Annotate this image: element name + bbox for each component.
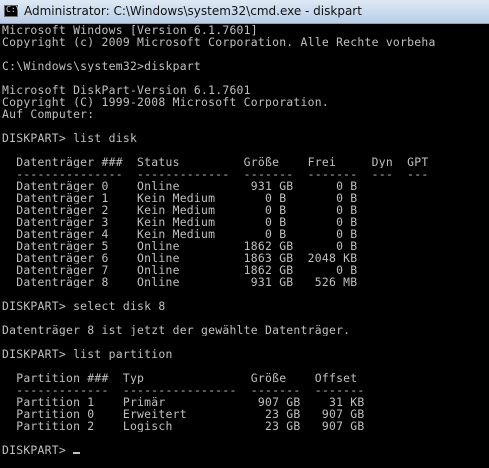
- console-line-text: Microsoft Windows [Version 6.1.7601]: [2, 24, 258, 36]
- console-line: Microsoft Windows [Version 6.1.7601]: [2, 24, 489, 36]
- console-line: Datenträger ### Status Größe Frei Dyn GP…: [2, 156, 489, 168]
- console-line-text: --------------- ------------- ------- --…: [2, 168, 429, 180]
- console-line-text: Datenträger 1 Kein Medium 0 B 0 B: [2, 192, 358, 204]
- console-line-text: Partition 2 Logisch 23 GB 907 GB: [2, 420, 365, 432]
- console-line-text: Datenträger 0 Online 931 GB 0 B: [2, 180, 358, 192]
- console-line-text: Datenträger ### Status Größe Frei Dyn GP…: [2, 156, 429, 168]
- console-line: DISKPART> list partition: [2, 348, 489, 360]
- console-line-text: Partition 0 Erweitert 23 GB 907 GB: [2, 408, 365, 420]
- console-line-text: Microsoft DiskPart-Version 6.1.7601: [2, 84, 251, 96]
- console-line-text: Datenträger 8 ist jetzt der gewählte Dat…: [2, 324, 351, 336]
- console-line: C:\Windows\system32>diskpart: [2, 60, 489, 72]
- console-line: Datenträger 4 Kein Medium 0 B 0 B: [2, 228, 489, 240]
- console-line-text: Datenträger 2 Kein Medium 0 B 0 B: [2, 204, 358, 216]
- console-line: Datenträger 3 Kein Medium 0 B 0 B: [2, 216, 489, 228]
- console-line: Partition 2 Logisch 23 GB 907 GB: [2, 420, 489, 432]
- console-line-text: Datenträger 4 Kein Medium 0 B 0 B: [2, 228, 358, 240]
- console-line-text: C:\Windows\system32>diskpart: [2, 60, 202, 72]
- window-titlebar[interactable]: C:\ Administrator: C:\Windows\system32\c…: [0, 0, 489, 24]
- console-line: DISKPART>: [2, 444, 489, 456]
- console-line: Partition ### Typ Größe Offset: [2, 372, 489, 384]
- console-icon: C:\: [4, 5, 20, 17]
- console-line-text: DISKPART> select disk 8: [2, 300, 166, 312]
- console-line: Datenträger 6 Online 1863 GB 2048 KB: [2, 252, 489, 264]
- console-line: Auf Computer:: [2, 108, 489, 120]
- console-line: Microsoft DiskPart-Version 6.1.7601: [2, 84, 489, 96]
- console-line-text: DISKPART> list partition: [2, 348, 173, 360]
- text-cursor: [73, 452, 81, 454]
- console-line-text: Datenträger 6 Online 1863 GB 2048 KB: [2, 252, 358, 264]
- console-line-text: Partition 1 Primär 907 GB 31 KB: [2, 396, 365, 408]
- console-line: Partition 1 Primär 907 GB 31 KB: [2, 396, 489, 408]
- console-line: Datenträger 8 Online 931 GB 526 MB: [2, 276, 489, 288]
- console-line: Datenträger 5 Online 1862 GB 0 B: [2, 240, 489, 252]
- console-line-text: DISKPART> list disk: [2, 132, 138, 144]
- console-line: Datenträger 0 Online 931 GB 0 B: [2, 180, 489, 192]
- console-line-text: ------------- ---------------- ------- -…: [2, 384, 365, 396]
- console-line: Datenträger 7 Online 1862 GB 0 B: [2, 264, 489, 276]
- console-line: --------------- ------------- ------- --…: [2, 168, 489, 180]
- console-line-text: Datenträger 7 Online 1862 GB 0 B: [2, 264, 358, 276]
- console-line: Datenträger 2 Kein Medium 0 B 0 B: [2, 204, 489, 216]
- console-line: DISKPART> list disk: [2, 132, 489, 144]
- console-line: Partition 0 Erweitert 23 GB 907 GB: [2, 408, 489, 420]
- console-line-text: Auf Computer:: [2, 108, 95, 120]
- console-line-text: Partition ### Typ Größe Offset: [2, 372, 358, 384]
- console-line: ------------- ---------------- ------- -…: [2, 384, 489, 396]
- console-line-text: Datenträger 8 Online 931 GB 526 MB: [2, 276, 358, 288]
- console-line: Copyright (c) 2009 Microsoft Corporation…: [2, 36, 489, 48]
- console-line: Copyright (C) 1999-2008 Microsoft Corpor…: [2, 96, 489, 108]
- console-line-text: Copyright (c) 2009 Microsoft Corporation…: [2, 36, 436, 48]
- window-title: Administrator: C:\Windows\system32\cmd.e…: [24, 4, 362, 18]
- console-line-text: Copyright (C) 1999-2008 Microsoft Corpor…: [2, 96, 329, 108]
- console-line: Datenträger 8 ist jetzt der gewählte Dat…: [2, 324, 489, 336]
- console-line-text: DISKPART>: [2, 444, 74, 456]
- console-output[interactable]: Microsoft Windows [Version 6.1.7601] Copy…: [0, 24, 489, 468]
- console-line: DISKPART> select disk 8: [2, 300, 489, 312]
- console-line-text: Datenträger 3 Kein Medium 0 B 0 B: [2, 216, 358, 228]
- console-line: Datenträger 1 Kein Medium 0 B 0 B: [2, 192, 489, 204]
- console-line-text: Datenträger 5 Online 1862 GB 0 B: [2, 240, 358, 252]
